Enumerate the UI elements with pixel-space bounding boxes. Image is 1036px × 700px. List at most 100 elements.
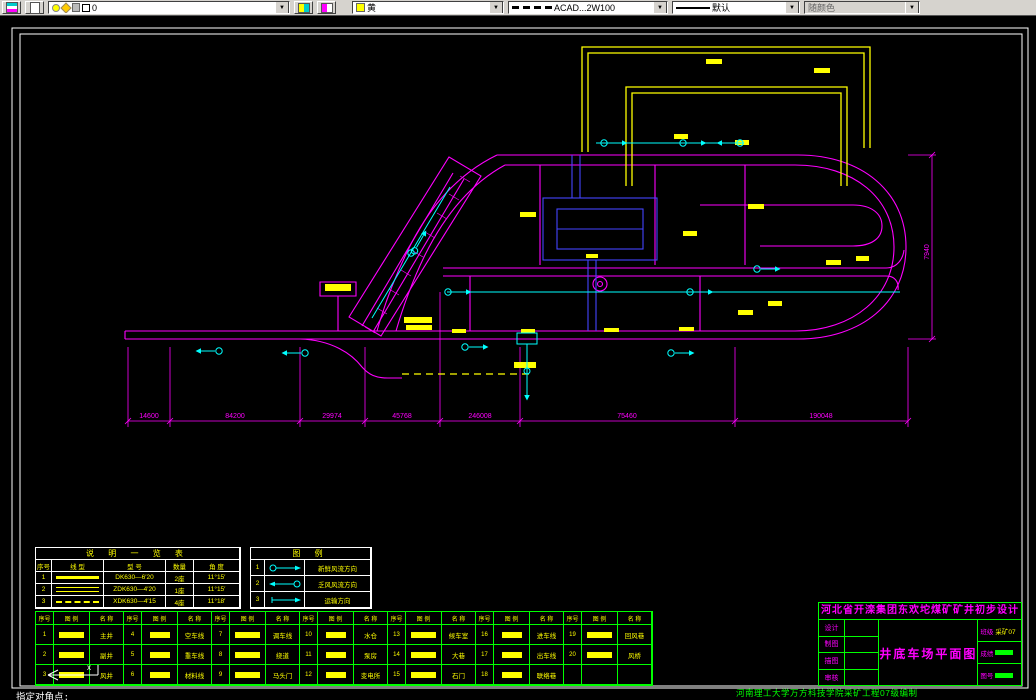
main-table-cell: 图 例 [318,612,354,625]
legend-cell: 运输方向 [305,592,371,608]
main-table-cell: 图 例 [142,612,178,625]
main-table-cell: 16 [476,625,494,645]
lineweight-combo[interactable]: 默认 ▼ [672,1,800,14]
autocad-window: 14600 84200 29974 45768 246008 75460 190… [0,0,1036,700]
grade-bar [995,650,1014,655]
legend-line-sample [501,671,522,678]
lineweight-preview-icon [676,6,710,9]
lineweight-name: 默认 [712,3,731,13]
layer-previous-button[interactable] [317,1,336,14]
main-table-cell: 石门 [442,665,476,685]
chevron-down-icon[interactable]: ▼ [489,2,503,13]
legend-line-sample [501,631,522,638]
layer-name: 0 [92,2,98,13]
main-table-cell: 18 [476,665,494,685]
legend-cell: 1 [251,560,265,576]
plot-style-name: 随颜色 [808,3,836,13]
spec-cell: 2座 [166,572,194,584]
main-table-cell: 进车线 [530,625,564,645]
legend-line-sample [325,651,346,658]
spec-cell: XDK630—4′15 [104,596,166,608]
main-table-cell [564,665,582,685]
main-table-cell [142,625,178,645]
meta-label: 成绩 [980,650,994,658]
ventilation-ducts [402,46,871,375]
main-table-cell [582,625,618,645]
legend-line-sample [59,651,84,658]
layer-manager-button[interactable] [2,1,21,14]
color-combo[interactable]: 黄 ▼ [352,1,504,14]
legend-line-sample [235,651,260,658]
main-table-cell: 序号 [36,612,54,625]
layer-combo[interactable]: 0 ▼ [48,1,290,14]
main-table-cell: 图 例 [582,612,618,625]
spec-cell: 11°15′ [194,584,240,596]
main-table-cell: 名 称 [530,612,564,625]
main-table-cell: 名 称 [354,612,388,625]
legend-line-sample [411,651,436,658]
main-table-cell [142,665,178,685]
main-table-cell [230,665,266,685]
legend-line-sample [325,671,346,678]
main-table-cell: 水仓 [354,625,388,645]
legend-cell: 3 [251,592,265,608]
main-table-cell: 马头门 [266,665,300,685]
main-table-cell: 候车室 [442,625,476,645]
svg-text:190048: 190048 [809,413,832,420]
chevron-down-icon[interactable]: ▼ [785,2,799,13]
dimension-text: 14600 84200 29974 45768 246008 75460 190… [139,244,931,420]
main-table-cell: 主井 [90,625,124,645]
role-label: 制图 [819,636,845,652]
spec-header: 角 度 [194,560,240,572]
main-table-cell: 名 称 [90,612,124,625]
main-table-cell [494,645,530,665]
legend-line-sample [587,631,612,638]
project-title: 河北省开滦集团东欢坨煤矿矿井初步设计 [819,603,1021,620]
ucs-icon: x [47,663,99,681]
main-table-cell [618,665,652,685]
main-table-cell: 图 例 [230,612,266,625]
main-table-cell: 19 [564,625,582,645]
svg-text:75460: 75460 [617,413,637,420]
color-swatch-yellow [356,3,365,12]
main-table-cell: 5 [124,645,142,665]
legend-line-sample [235,631,260,638]
main-table-cell: 序号 [212,612,230,625]
main-table-cell: 联络巷 [530,665,564,685]
spec-cell: 4座 [166,596,194,608]
role-label: 描图 [819,653,845,669]
chevron-down-icon[interactable]: ▼ [275,2,289,13]
main-table-cell: 名 称 [266,612,300,625]
svg-text:45768: 45768 [392,413,412,420]
dimension-lines [124,151,936,427]
svg-text:29974: 29974 [322,413,342,420]
main-table-cell: 序号 [300,612,318,625]
central-structures [542,155,658,331]
legend-cell: 2 [251,576,265,592]
equipment-labels [325,59,869,368]
command-line[interactable]: 指定对角点: [16,689,69,700]
main-table-cell [318,645,354,665]
svg-text:246008: 246008 [468,413,491,420]
yard-track-network [124,154,907,379]
legend-line-sample [235,671,260,678]
spec-cell: 3 [36,596,52,608]
linetype-name: ACAD...2W100 [554,2,616,13]
spec-cell: 2 [36,584,52,596]
layer-states-button[interactable] [25,1,44,14]
drawing-title: 井底车场平面图 [878,620,979,686]
main-table-cell [406,625,442,645]
chevron-down-icon[interactable]: ▼ [653,2,667,13]
main-table-cell [494,625,530,645]
main-table-cell [318,625,354,645]
title-block: 河北省开滦集团东欢坨煤矿矿井初步设计 设计 制图 描图 审核 井底车场平面图 班… [818,602,1022,686]
main-table-cell: 7 [212,625,230,645]
spec-header: 序号 [36,560,52,572]
make-object-layer-current-button[interactable] [294,1,313,14]
svg-text:7940: 7940 [924,244,931,260]
layer-previous-icon [320,2,333,13]
meta-value: 采矿07 [995,628,1016,636]
linetype-combo[interactable]: ACAD...2W100 ▼ [508,1,668,14]
main-table-cell [406,665,442,685]
legend-line-sample [411,631,436,638]
